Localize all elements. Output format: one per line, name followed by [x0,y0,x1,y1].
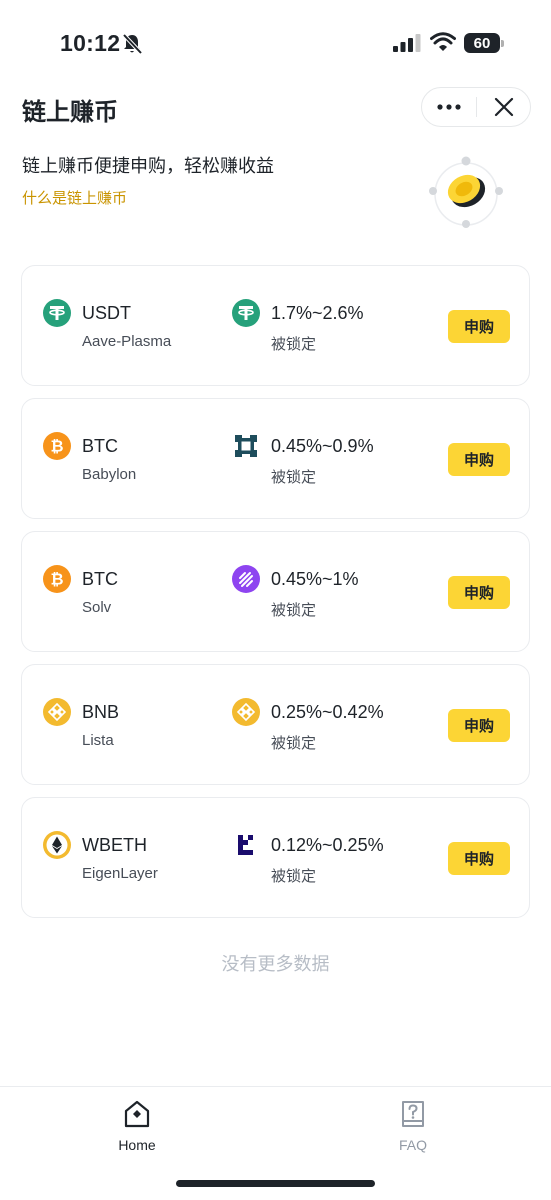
bitcoin-icon: ₿ [43,565,71,593]
close-button[interactable] [478,88,530,126]
subscribe-button[interactable]: 申购 [448,709,510,742]
subscribe-button[interactable]: 申购 [448,576,510,609]
nav-faq[interactable]: FAQ [353,1087,473,1167]
signal-icon [393,34,421,52]
faq-book-icon [402,1101,424,1127]
protocol-name: Aave-Plasma [82,333,172,350]
bitcoin-icon: ₿ [43,432,71,460]
asset-name: BNB [82,702,120,722]
asset-name: WBETH [82,835,147,855]
apr-range: 0.45%~1% [271,569,359,589]
protocol-name: EigenLayer [82,865,158,882]
home-icon [124,1100,150,1128]
lock-label: 被锁定 [271,735,317,752]
what-is-onchain-earn-link[interactable]: 什么是链上赚币 [22,187,127,208]
solv-icon [232,565,260,593]
product-card[interactable]: USDT Aave-Plasma 1.7%~2.6% 被锁定 申购 [21,265,530,386]
capsule-divider [476,97,477,117]
apr-range: 0.45%~0.9% [271,436,374,456]
no-more-data-text: 没有更多数据 [221,954,330,974]
nav-faq-label: FAQ [398,1137,427,1153]
lock-label: 被锁定 [271,469,317,486]
bnb-icon [232,698,260,726]
mini-program-capsule [421,87,531,127]
tether-icon [232,299,260,327]
home-indicator [176,1180,375,1187]
apr-range: 0.25%~0.42% [271,702,384,722]
svg-text:₿: ₿ [50,570,63,589]
eigenlayer-icon [238,835,253,855]
ethereum-icon [43,831,71,859]
svg-text:₿: ₿ [50,437,63,456]
nav-home[interactable]: Home [77,1087,197,1167]
bell-slash-icon [122,33,142,55]
apr-range: 0.12%~0.25% [271,835,384,855]
battery-tip [501,40,504,47]
subscribe-button[interactable]: 申购 [448,842,510,875]
page-title: 链上赚币 [22,99,118,126]
product-card[interactable]: WBETH EigenLayer 0.12%~0.25% 被锁定 申购 [21,797,530,918]
tether-icon [43,299,71,327]
nav-home-label: Home [118,1137,156,1153]
intro-subtitle: 链上赚币便捷申购，轻松赚收益 [22,156,274,176]
status-time: 10:12 [60,30,121,56]
product-card[interactable]: BNB Lista 0.25%~0.42% 被锁定 申购 [21,664,530,785]
earn-onchain-page: 10:12 60 链上赚币 链上赚币便捷申购，轻松赚收益 什么是链上赚币 USD… [0,0,551,1200]
asset-name: BTC [82,569,118,589]
battery-level: 60 [464,33,500,53]
close-icon [494,97,514,117]
battery-icon: 60 [464,33,504,53]
more-button[interactable] [422,88,476,126]
wifi-icon [430,32,456,51]
coin-illustration-icon [429,156,503,228]
asset-name: BTC [82,436,118,456]
subscribe-button[interactable]: 申购 [448,443,510,476]
more-icon [437,104,461,110]
product-card[interactable]: ₿ BTC Babylon 0.45%~0.9% 被锁定 申购 [21,398,530,519]
apr-range: 1.7%~2.6% [271,303,364,323]
asset-name: USDT [82,303,131,323]
protocol-name: Lista [82,732,114,749]
protocol-name: Babylon [82,466,137,483]
babylon-icon [235,435,257,457]
lock-label: 被锁定 [271,336,317,353]
status-bar: 10:12 60 [0,0,551,80]
subscribe-button[interactable]: 申购 [448,310,510,343]
lock-label: 被锁定 [271,602,317,619]
product-card[interactable]: ₿ BTC Solv 0.45%~1% 被锁定 申购 [21,531,530,652]
product-list: USDT Aave-Plasma 1.7%~2.6% 被锁定 申购 ₿ BTC … [21,265,530,930]
protocol-name: Solv [82,599,112,616]
bnb-icon [43,698,71,726]
lock-label: 被锁定 [271,868,317,885]
